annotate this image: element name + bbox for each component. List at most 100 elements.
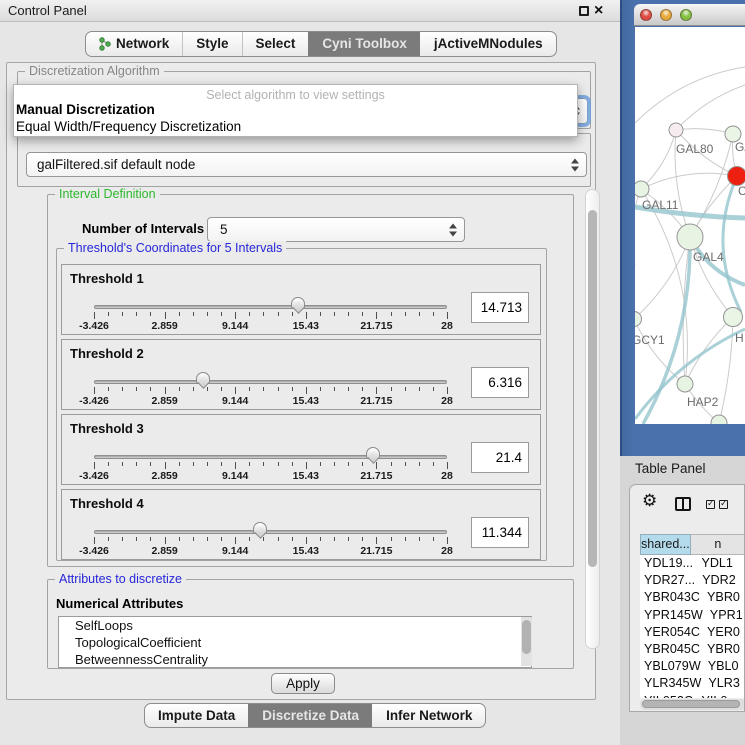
network-node[interactable] bbox=[635, 181, 649, 197]
network-edge[interactable] bbox=[641, 130, 676, 189]
cell-shared-name[interactable]: YBR043C bbox=[640, 589, 700, 606]
threshold-value-field[interactable]: 21.4 bbox=[471, 442, 529, 473]
network-node[interactable] bbox=[677, 376, 693, 392]
number-of-intervals-combo[interactable]: 5 bbox=[207, 217, 465, 242]
tab-infer-network[interactable]: Infer Network bbox=[372, 704, 485, 727]
network-node[interactable] bbox=[677, 224, 703, 250]
tab-discretize-data[interactable]: Discretize Data bbox=[248, 704, 372, 727]
network-edge[interactable] bbox=[635, 189, 641, 265]
cell-shared-name[interactable]: YPR145W bbox=[640, 607, 703, 624]
threshold-panels: Threshold 1-3.4262.8599.14415.4321.71528… bbox=[61, 264, 541, 564]
threshold-value-field[interactable]: 11.344 bbox=[471, 517, 529, 548]
slider-thumb[interactable] bbox=[366, 447, 380, 458]
cell-shared-name[interactable]: YBR045C bbox=[640, 641, 700, 658]
attributes-list-scrollbar[interactable] bbox=[521, 617, 532, 666]
cell-name[interactable]: YDL1 bbox=[694, 555, 745, 572]
cell-name[interactable]: YBL0 bbox=[701, 658, 745, 675]
table-row[interactable]: YLR345WYLR3 bbox=[640, 675, 745, 692]
slider-track[interactable] bbox=[94, 305, 447, 309]
slider-thumb[interactable] bbox=[196, 372, 210, 383]
cell-name[interactable]: YER0 bbox=[700, 624, 745, 641]
tab-cyni-toolbox[interactable]: Cyni Toolbox bbox=[308, 32, 420, 56]
attributes-list-scrollbar-thumb[interactable] bbox=[522, 620, 531, 654]
table-row[interactable]: YER054CYER0 bbox=[640, 624, 745, 641]
network-node[interactable] bbox=[728, 167, 745, 186]
cell-shared-name[interactable]: YER054C bbox=[640, 624, 700, 641]
cell-name[interactable]: YPR1 bbox=[703, 607, 745, 624]
cell-shared-name[interactable]: YLR345W bbox=[640, 675, 701, 692]
network-edge[interactable] bbox=[635, 67, 745, 123]
numerical-attributes-list[interactable]: SelfLoopsTopologicalCoefficientBetweenne… bbox=[58, 616, 532, 668]
cell-shared-name[interactable]: YDL19... bbox=[640, 555, 694, 572]
table-row[interactable]: YBR043CYBR0 bbox=[640, 589, 745, 606]
cell-shared-name[interactable]: YIL052C bbox=[640, 693, 694, 699]
gear-icon[interactable]: ⚙ bbox=[642, 491, 657, 511]
cell-name[interactable]: YDR2 bbox=[695, 572, 745, 589]
threshold-value-field[interactable]: 6.316 bbox=[471, 367, 529, 398]
algorithm-option-equal-width[interactable]: Equal Width/Frequency Discretization bbox=[16, 119, 241, 134]
table-row[interactable]: YIL052CYIL0 bbox=[640, 693, 745, 699]
table-horizontal-scrollbar-thumb[interactable] bbox=[642, 700, 740, 708]
column-header-shared-name[interactable]: shared... bbox=[640, 534, 691, 555]
table-row[interactable]: YPR145WYPR1 bbox=[640, 607, 745, 624]
cell-shared-name[interactable]: YDR27... bbox=[640, 572, 695, 589]
zoom-traffic-light-icon[interactable] bbox=[680, 9, 692, 21]
attribute-item[interactable]: BetweennessCentrality bbox=[59, 651, 531, 668]
table-horizontal-scrollbar[interactable] bbox=[640, 699, 745, 710]
network-edge[interactable] bbox=[719, 317, 733, 423]
tab-label: Select bbox=[256, 32, 296, 56]
checkbox-icon[interactable] bbox=[719, 500, 728, 509]
cell-name[interactable]: YIL0 bbox=[694, 693, 745, 699]
slider-thumb[interactable] bbox=[253, 522, 267, 533]
tick-mark bbox=[263, 537, 264, 541]
algorithm-hint: Select algorithm to view settings bbox=[14, 88, 577, 102]
slider-track[interactable] bbox=[94, 455, 447, 459]
cell-name[interactable]: YBR0 bbox=[700, 641, 745, 658]
split-columns-icon[interactable] bbox=[675, 497, 691, 511]
close-icon[interactable]: × bbox=[594, 0, 603, 22]
network-node[interactable] bbox=[711, 415, 727, 424]
tab-network[interactable]: Network bbox=[86, 32, 182, 56]
network-edge[interactable] bbox=[641, 189, 687, 384]
network-edge[interactable] bbox=[676, 129, 733, 134]
tick-label: 15.43 bbox=[293, 320, 319, 332]
attribute-item[interactable]: TopologicalCoefficient bbox=[59, 634, 531, 651]
table-row[interactable]: YDR27...YDR2 bbox=[640, 572, 745, 589]
tick-label: -3.426 bbox=[79, 320, 109, 332]
float-window-icon[interactable] bbox=[579, 6, 589, 16]
table-row[interactable]: YDL19...YDL1 bbox=[640, 555, 745, 572]
network-node[interactable] bbox=[669, 123, 683, 137]
network-edge[interactable] bbox=[635, 237, 690, 319]
panel-scrollbar-thumb[interactable] bbox=[588, 210, 597, 567]
apply-button[interactable]: Apply bbox=[271, 673, 335, 694]
panel-scrollbar[interactable] bbox=[585, 189, 600, 649]
tick-mark bbox=[278, 387, 279, 391]
network-edge[interactable] bbox=[676, 85, 745, 130]
network-edge[interactable] bbox=[641, 173, 737, 189]
minimize-traffic-light-icon[interactable] bbox=[660, 9, 672, 21]
network-canvas[interactable]: GAL80GACGAL11GAL4HGCY1HAP2 bbox=[635, 27, 745, 424]
network-node[interactable] bbox=[724, 308, 743, 327]
cell-name[interactable]: YBR0 bbox=[700, 589, 745, 606]
algorithm-option-manual[interactable]: Manual Discretization bbox=[16, 102, 155, 117]
attribute-item[interactable]: SelfLoops bbox=[59, 617, 531, 634]
tab-jactivemnodules[interactable]: jActiveMNodules bbox=[420, 32, 556, 56]
slider-track[interactable] bbox=[94, 380, 447, 384]
tick-mark bbox=[179, 312, 180, 316]
tick-mark bbox=[150, 462, 151, 466]
table-data-combo[interactable]: galFiltered.sif default node bbox=[26, 152, 587, 177]
slider-track[interactable] bbox=[94, 530, 447, 534]
tab-impute-data[interactable]: Impute Data bbox=[145, 704, 248, 727]
column-header-name[interactable]: n bbox=[691, 534, 745, 555]
table-row[interactable]: YBL079WYBL0 bbox=[640, 658, 745, 675]
threshold-value-field[interactable]: 14.713 bbox=[471, 292, 529, 323]
tab-select[interactable]: Select bbox=[242, 32, 309, 56]
cell-name[interactable]: YLR3 bbox=[701, 675, 745, 692]
close-traffic-light-icon[interactable] bbox=[640, 9, 652, 21]
cell-shared-name[interactable]: YBL079W bbox=[640, 658, 701, 675]
table-row[interactable]: YBR045CYBR0 bbox=[640, 641, 745, 658]
slider-thumb[interactable] bbox=[291, 297, 305, 308]
checkbox-icon[interactable] bbox=[706, 500, 715, 509]
network-node[interactable] bbox=[635, 312, 642, 327]
tab-style[interactable]: Style bbox=[182, 32, 241, 56]
